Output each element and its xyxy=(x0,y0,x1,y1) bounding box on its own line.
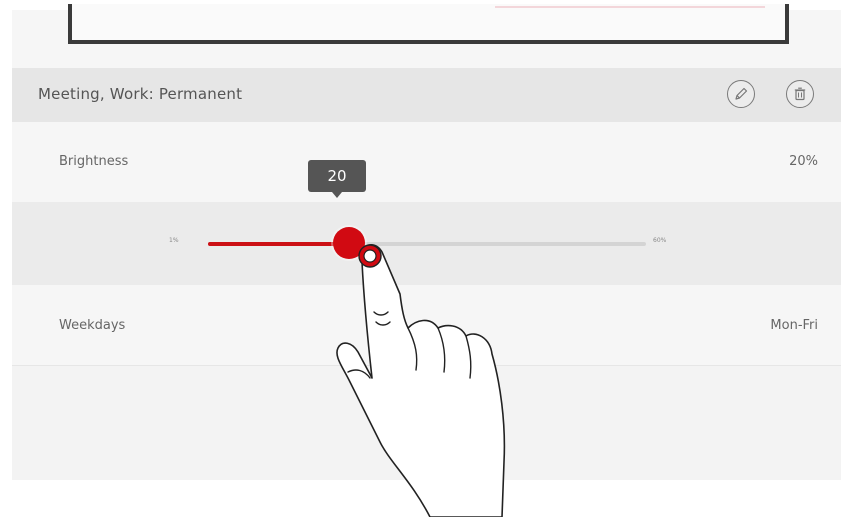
weekdays-label: Weekdays xyxy=(59,318,126,333)
screen: Meeting, Work: Permanent Brightness 20% … xyxy=(0,0,848,517)
slider-fill xyxy=(208,242,349,246)
schedule-title: Meeting, Work: Permanent xyxy=(38,85,243,103)
delete-button[interactable] xyxy=(786,80,814,108)
edit-button[interactable] xyxy=(727,80,755,108)
slider-max-label: 60% xyxy=(653,237,667,244)
trash-icon xyxy=(794,87,806,101)
settings-panel: Meeting, Work: Permanent Brightness 20% … xyxy=(12,4,841,480)
frame-preview xyxy=(68,4,789,44)
brightness-slider-track[interactable] xyxy=(208,227,646,259)
slider-thumb[interactable] xyxy=(333,227,365,259)
brightness-slider-row: 1% 60% xyxy=(12,202,841,285)
pencil-icon xyxy=(735,87,748,100)
slider-min-label: 1% xyxy=(169,237,179,244)
weekdays-value: Mon-Fri xyxy=(770,318,818,333)
preview-accent-line xyxy=(495,6,765,8)
brightness-value: 20% xyxy=(789,154,818,169)
slider-value-tooltip: 20 xyxy=(308,160,366,198)
weekdays-row[interactable]: Weekdays Mon-Fri xyxy=(12,285,841,365)
schedule-header: Meeting, Work: Permanent xyxy=(12,68,841,122)
brightness-label: Brightness xyxy=(59,154,129,169)
empty-area xyxy=(12,366,841,480)
brightness-row: Brightness 20% xyxy=(12,122,841,202)
